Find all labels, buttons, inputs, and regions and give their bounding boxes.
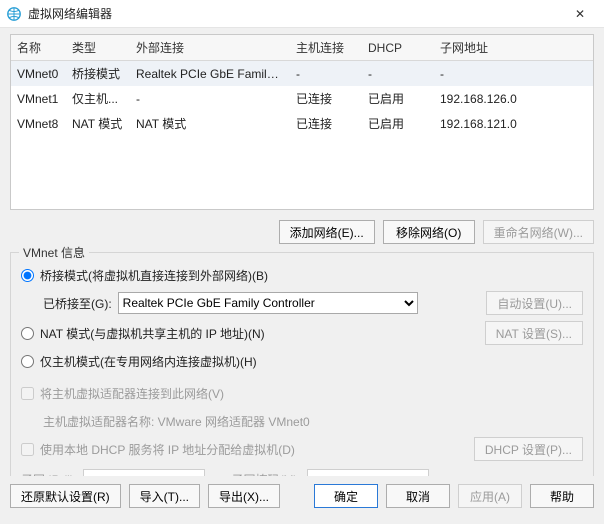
cell-name: VMnet8 [11,111,66,136]
cell-dhcp: - [362,61,434,87]
nat-settings-button: NAT 设置(S)... [485,321,583,345]
cell-external: NAT 模式 [130,111,290,136]
cell-subnet: - [434,61,593,87]
table-header-row: 名称 类型 外部连接 主机连接 DHCP 子网地址 [11,35,593,61]
col-name[interactable]: 名称 [11,35,66,61]
remove-network-button[interactable]: 移除网络(O) [383,220,475,244]
add-network-button[interactable]: 添加网络(E)... [279,220,375,244]
table-row[interactable]: VMnet1 仅主机... - 已连接 已启用 192.168.126.0 [11,86,593,111]
dialog-button-bar: 还原默认设置(R) 导入(T)... 导出(X)... 确定 取消 应用(A) … [0,476,604,518]
radio-hostonly[interactable] [21,355,34,368]
radio-bridge[interactable] [21,269,34,282]
check-host-adapter-label: 将主机虚拟适配器连接到此网络(V) [40,385,224,402]
radio-bridge-label[interactable]: 桥接模式(将虚拟机直接连接到外部网络)(B) [40,267,268,284]
network-table[interactable]: 名称 类型 外部连接 主机连接 DHCP 子网地址 VMnet0 桥接模式 Re… [10,34,594,210]
table-row[interactable]: VMnet0 桥接模式 Realtek PCIe GbE Family Co..… [11,61,593,87]
cell-host: - [290,61,362,87]
restore-defaults-button[interactable]: 还原默认设置(R) [10,484,121,508]
check-dhcp [21,443,34,456]
cell-dhcp: 已启用 [362,86,434,111]
globe-network-icon [6,6,22,22]
table-row[interactable]: VMnet8 NAT 模式 NAT 模式 已连接 已启用 192.168.121… [11,111,593,136]
radio-nat[interactable] [21,327,34,340]
host-adapter-hint: 主机虚拟适配器名称: VMware 网络适配器 VMnet0 [43,413,310,430]
cell-external: - [130,86,290,111]
close-icon: ✕ [575,7,585,21]
col-type[interactable]: 类型 [66,35,130,61]
check-dhcp-label: 使用本地 DHCP 服务将 IP 地址分配给虚拟机(D) [40,441,295,458]
radio-hostonly-label[interactable]: 仅主机模式(在专用网络内连接虚拟机)(H) [40,353,257,370]
cell-subnet: 192.168.121.0 [434,111,593,136]
titlebar: 虚拟网络编辑器 ✕ [0,0,604,28]
cell-name: VMnet0 [11,61,66,87]
close-button[interactable]: ✕ [564,3,596,25]
apply-button: 应用(A) [458,484,522,508]
cell-type: 仅主机... [66,86,130,111]
col-external[interactable]: 外部连接 [130,35,290,61]
auto-settings-button: 自动设置(U)... [486,291,583,315]
cell-external: Realtek PCIe GbE Family Co... [130,61,290,87]
bridge-to-label: 已桥接至(G): [43,295,112,312]
cell-subnet: 192.168.126.0 [434,86,593,111]
col-host[interactable]: 主机连接 [290,35,362,61]
cell-host: 已连接 [290,86,362,111]
cell-type: 桥接模式 [66,61,130,87]
cell-dhcp: 已启用 [362,111,434,136]
dhcp-settings-button: DHCP 设置(P)... [474,437,583,461]
cancel-button[interactable]: 取消 [386,484,450,508]
rename-network-button: 重命名网络(W)... [483,220,594,244]
check-host-adapter [21,387,34,400]
cell-host: 已连接 [290,111,362,136]
ok-button[interactable]: 确定 [314,484,378,508]
export-button[interactable]: 导出(X)... [208,484,280,508]
radio-nat-label[interactable]: NAT 模式(与虚拟机共享主机的 IP 地址)(N) [40,325,265,342]
vmnet-info-group: VMnet 信息 桥接模式(将虚拟机直接连接到外部网络)(B) 已桥接至(G):… [10,252,594,504]
cell-type: NAT 模式 [66,111,130,136]
bridge-to-select[interactable]: Realtek PCIe GbE Family Controller [118,292,418,314]
group-legend: VMnet 信息 [19,244,89,261]
help-button[interactable]: 帮助 [530,484,594,508]
col-subnet[interactable]: 子网地址 [434,35,593,61]
col-dhcp[interactable]: DHCP [362,35,434,61]
import-button[interactable]: 导入(T)... [129,484,200,508]
window-title: 虚拟网络编辑器 [28,5,564,22]
cell-name: VMnet1 [11,86,66,111]
